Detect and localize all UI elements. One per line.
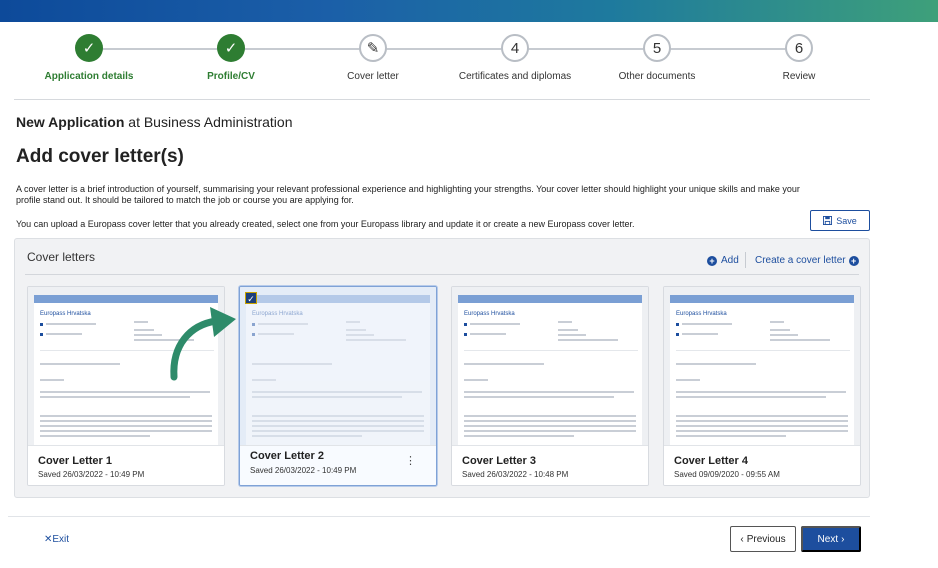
- card-saved-date: Saved 26/03/2022 - 10:49 PM: [38, 470, 145, 479]
- document-owner-name: Europass Hrvatska: [676, 311, 727, 317]
- card-footer: Cover Letter 1 Saved 26/03/2022 - 10:49 …: [28, 445, 224, 485]
- card-footer: Cover Letter 4 Saved 09/09/2020 - 09:55 …: [664, 445, 860, 485]
- progress-stepper: ✓ Application details ✓ Profile/CV ✎ Cov…: [18, 34, 870, 92]
- step-cover-letter[interactable]: ✎ Cover letter: [302, 34, 444, 82]
- floppy-disk-icon: [823, 216, 833, 225]
- cover-letter-card-selected[interactable]: ✓ Europass Hrvatska Cover Letter 2 Saved…: [239, 286, 437, 486]
- page-description: A cover letter is a brief introduction o…: [16, 184, 800, 205]
- step-number: 4: [501, 34, 529, 62]
- step-label: Certificates and diplomas: [458, 71, 572, 82]
- step-label: Application details: [44, 71, 134, 82]
- plus-circle-icon: +: [707, 255, 717, 266]
- top-banner: [0, 0, 938, 22]
- cover-letter-card[interactable]: Europass Hrvatska Cover Letter 4 Saved 0…: [663, 286, 861, 486]
- panel-divider: [25, 274, 859, 275]
- step-label: Other documents: [618, 71, 696, 82]
- document-owner-name: Europass Hrvatska: [464, 311, 515, 317]
- cover-letter-preview: Europass Hrvatska: [664, 287, 860, 447]
- card-footer: Cover Letter 3 Saved 26/03/2022 - 10:48 …: [452, 445, 648, 485]
- upload-info: You can upload a Europass cover letter t…: [16, 219, 635, 229]
- cover-letters-panel: Cover letters + Add Create a cover lette…: [14, 238, 870, 498]
- save-button[interactable]: Save: [810, 210, 870, 231]
- document-thumbnail: Europass Hrvatska: [670, 295, 854, 447]
- page-title: Add cover letter(s): [16, 146, 184, 167]
- application-context: New Application at Business Administrati…: [16, 114, 292, 130]
- step-number: 5: [643, 34, 671, 62]
- step-certificates[interactable]: 4 Certificates and diplomas: [444, 34, 586, 82]
- step-label: Cover letter: [347, 71, 399, 82]
- next-label: Next: [817, 533, 839, 545]
- footer-divider: [8, 516, 870, 517]
- annotation-arrow-icon: [170, 307, 236, 381]
- panel-title: Cover letters: [27, 250, 96, 264]
- card-title: Cover Letter 1: [38, 455, 112, 467]
- step-label: Review: [782, 71, 816, 82]
- document-thumbnail: Europass Hrvatska: [458, 295, 642, 447]
- card-title: Cover Letter 3: [462, 455, 536, 467]
- create-label: Create a cover letter: [755, 255, 846, 266]
- cover-letter-preview: Europass Hrvatska: [240, 287, 436, 447]
- more-options-icon[interactable]: ⋮: [405, 454, 416, 467]
- card-footer: Cover Letter 2 Saved 26/03/2022 - 10:49 …: [240, 445, 436, 485]
- next-button[interactable]: Next ›: [801, 526, 861, 552]
- add-cover-letter-link[interactable]: + Add: [707, 255, 739, 266]
- step-other-documents[interactable]: 5 Other documents: [586, 34, 728, 82]
- card-saved-date: Saved 26/03/2022 - 10:48 PM: [462, 470, 569, 479]
- cover-letter-card[interactable]: Europass Hrvatska Cover Letter 3 Saved 2…: [451, 286, 649, 486]
- step-label: Profile/CV: [207, 71, 255, 82]
- link-separator: [745, 252, 746, 268]
- context-prefix: New Application: [16, 114, 125, 130]
- card-saved-date: Saved 09/09/2020 - 09:55 AM: [674, 470, 780, 479]
- checkbox-checked-icon[interactable]: ✓: [245, 292, 257, 304]
- exit-link[interactable]: ✕Exit: [44, 534, 69, 545]
- document-owner-name: Europass Hrvatska: [40, 311, 91, 317]
- previous-button[interactable]: ‹ Previous: [730, 526, 796, 552]
- document-thumbnail: Europass Hrvatska: [246, 295, 430, 447]
- chevron-left-icon: ‹: [740, 533, 744, 545]
- create-cover-letter-link[interactable]: Create a cover letter +: [755, 255, 859, 266]
- step-review[interactable]: 6 Review: [728, 34, 870, 82]
- card-title: Cover Letter 4: [674, 455, 748, 467]
- save-label: Save: [836, 215, 857, 226]
- cover-letter-preview: Europass Hrvatska: [452, 287, 648, 447]
- card-title: Cover Letter 2: [250, 450, 324, 462]
- step-number: 6: [785, 34, 813, 62]
- pencil-icon: ✎: [359, 34, 387, 62]
- plus-circle-icon: +: [848, 255, 859, 266]
- check-icon: ✓: [75, 34, 103, 62]
- chevron-right-icon: ›: [841, 533, 845, 545]
- divider: [14, 99, 870, 100]
- exit-label: Exit: [52, 534, 70, 545]
- check-icon: ✓: [217, 34, 245, 62]
- context-suffix: at Business Administration: [128, 114, 293, 130]
- add-label: Add: [721, 255, 739, 266]
- step-application-details[interactable]: ✓ Application details: [18, 34, 160, 82]
- document-owner-name: Europass Hrvatska: [252, 311, 303, 317]
- step-profile-cv[interactable]: ✓ Profile/CV: [160, 34, 302, 82]
- card-saved-date: Saved 26/03/2022 - 10:49 PM: [250, 466, 357, 475]
- previous-label: Previous: [746, 533, 786, 545]
